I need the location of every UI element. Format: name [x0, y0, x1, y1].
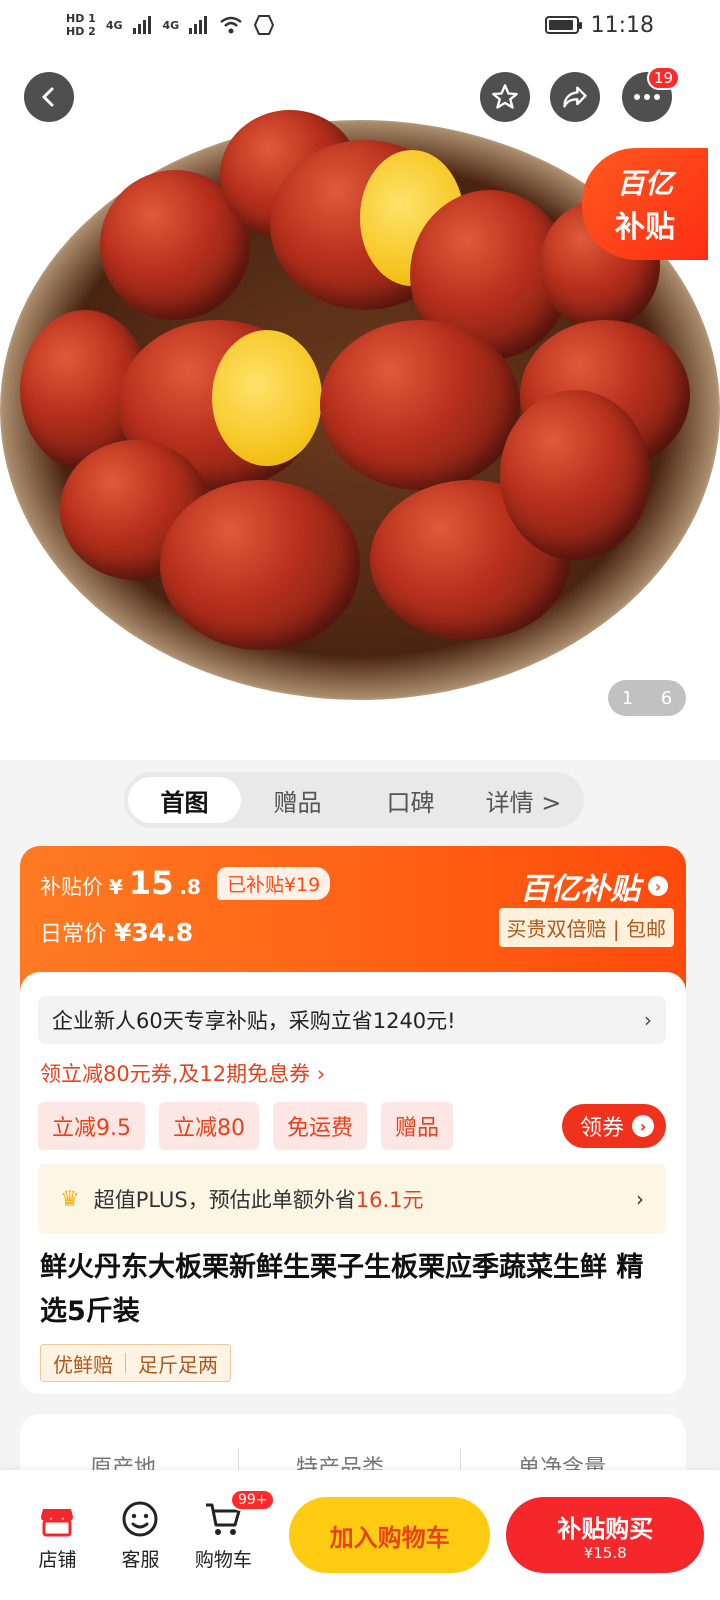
status-time: 11:18 [590, 12, 654, 38]
promo-chips: 立减9.5 立减80 免运费 赠品 [38, 1102, 454, 1150]
service-tags[interactable]: 优鲜赔 足斤足两 [40, 1344, 231, 1382]
subsidy-corner-badge: 百亿 补贴 [582, 148, 708, 260]
nfc-icon [254, 15, 275, 35]
favorite-button[interactable] [480, 72, 530, 122]
get-coupon-label: 领券 [579, 1116, 624, 1141]
cart-button[interactable]: 99+ 购物车 [182, 1488, 276, 1572]
status-bar: HD 1 HD 2 4G 4G 11:18 [0, 0, 720, 50]
subsidy-brand-title: 百亿补贴 [520, 872, 640, 907]
subsidy-price-decimal: .8 [179, 875, 201, 899]
bottom-action-bar: 店铺 客服 99+ 购物车 加入购物车 补贴购买 ¥15.8 [0, 1470, 720, 1600]
plus-amount: 16.1元 [355, 1188, 424, 1212]
enterprise-subsidy-row[interactable]: 企业新人60天专享补贴，采购立省1240元! › [38, 996, 666, 1044]
signal-bars-icon [132, 16, 151, 34]
subsidy-corner-line2: 补贴 [615, 210, 675, 245]
promo-chip: 免运费 [273, 1102, 368, 1150]
share-icon [563, 86, 587, 108]
more-notification-badge: 19 [646, 66, 680, 90]
buy-price: ¥15.8 [583, 1543, 627, 1562]
chestnut [320, 320, 520, 490]
store-icon [41, 1508, 74, 1536]
chevron-right-icon: › [632, 1115, 654, 1137]
back-button[interactable] [24, 72, 74, 122]
crown-icon: ♛ [60, 1186, 80, 1212]
more-button[interactable]: 19 [622, 66, 680, 122]
tab-reviews[interactable]: 口碑 [354, 777, 467, 823]
share-button[interactable] [550, 72, 600, 122]
signal2-label: 4G [162, 18, 180, 32]
store-button[interactable]: 店铺 [16, 1499, 99, 1572]
subsidy-buy-button[interactable]: 补贴购买 ¥15.8 [506, 1497, 704, 1573]
normal-price-label: 日常价 [40, 922, 107, 947]
enterprise-subsidy-text: 企业新人60天专享补贴，采购立省1240元! [52, 1009, 456, 1033]
signal1-label: 4G [105, 18, 123, 32]
more-icon [634, 94, 660, 100]
subsidy-price-label: 补贴价 [40, 875, 103, 899]
cart-label: 购物车 [194, 1548, 252, 1571]
subsidy-brand-link[interactable]: 百亿补贴 › [520, 864, 668, 908]
normal-price: ¥34.8 [114, 918, 194, 947]
service-tag: 优鲜赔 [53, 1352, 113, 1377]
star-icon [492, 84, 518, 109]
get-coupon-button[interactable]: 领券 › [561, 1104, 666, 1148]
wifi-icon [220, 16, 242, 34]
tab-main-image[interactable]: 首图 [128, 777, 241, 823]
subsidy-price-integer: 15 [128, 864, 174, 902]
cart-count-badge: 99+ [229, 1488, 276, 1511]
subsidy-corner-line1: 百亿 [616, 167, 673, 200]
plus-text: 超值PLUS，预估此单额外省 [93, 1188, 356, 1212]
promo-chip: 立减9.5 [38, 1102, 145, 1150]
product-title: 鲜火丹东大板栗新鲜生栗子生板栗应季蔬菜生鲜 精选5斤装 [40, 1252, 644, 1327]
pager-current: 1 [621, 687, 634, 709]
promo-chip: 赠品 [381, 1102, 454, 1150]
sim1-label: HD 1 [66, 12, 96, 25]
customer-service-label: 客服 [121, 1548, 160, 1571]
image-pager: 1 6 [608, 680, 686, 716]
back-icon [41, 87, 54, 107]
chevron-right-icon: › [636, 1187, 644, 1211]
guarantee-tagline: 买贵双倍赔 | 包邮 [498, 908, 674, 947]
tab-gifts[interactable]: 赠品 [241, 777, 354, 823]
battery-icon [544, 16, 582, 34]
chestnut [500, 390, 650, 560]
product-image-carousel[interactable]: 百亿 补贴 1 6 [0, 0, 720, 760]
customer-service-button[interactable]: 客服 [99, 1499, 182, 1572]
signal-bars-icon [189, 16, 208, 34]
plus-membership-row[interactable]: ♛ 超值PLUS，预估此单额外省 16.1元 › [38, 1164, 666, 1234]
tab-details[interactable]: 详情 > [467, 777, 580, 823]
chevron-right-icon: › [644, 1008, 652, 1032]
currency-symbol: ¥ [109, 875, 123, 899]
coupon-offer-link[interactable]: 领立减80元券,及12期免息券 › [40, 1058, 325, 1088]
pager-total: 6 [660, 687, 673, 709]
customer-service-icon [122, 1501, 158, 1536]
service-tag: 足斤足两 [138, 1352, 218, 1377]
chestnut [160, 480, 360, 650]
subsidized-amount-pill: 已补贴¥19 [216, 866, 331, 900]
store-label: 店铺 [38, 1548, 77, 1571]
product-info-card: 企业新人60天专享补贴，采购立省1240元! › 领立减80元券,及12期免息券… [20, 972, 686, 1394]
section-tabs: 首图 赠品 口碑 详情 > [124, 772, 584, 828]
promo-chip: 立减80 [159, 1102, 259, 1150]
add-to-cart-button[interactable]: 加入购物车 [288, 1497, 491, 1573]
sim2-label: HD 2 [66, 25, 96, 38]
buy-label: 补贴购买 [557, 1514, 654, 1543]
chevron-right-icon: › [648, 876, 668, 896]
